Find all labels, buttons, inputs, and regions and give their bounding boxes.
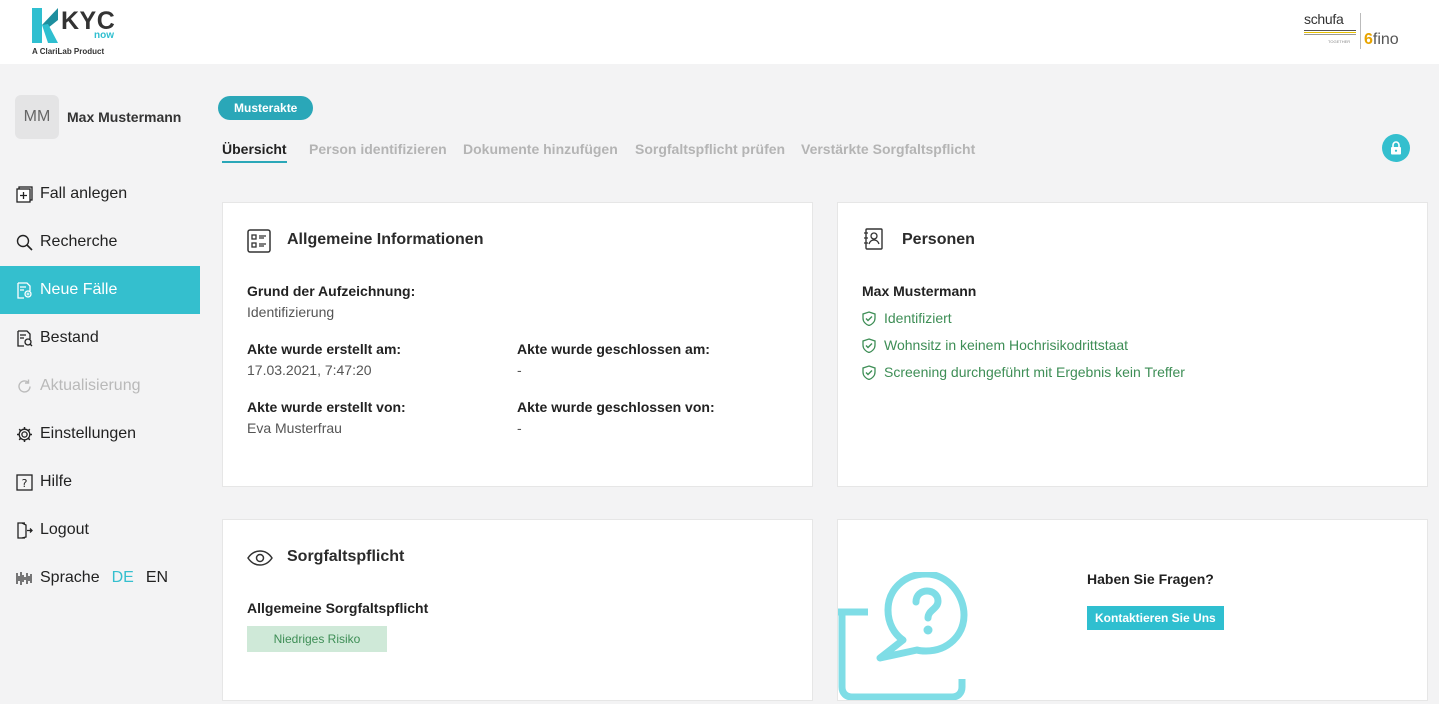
contact-us-button[interactable]: Kontaktieren Sie Uns	[1087, 606, 1224, 630]
svg-text:?: ?	[21, 477, 27, 490]
question-bubble-icon	[838, 572, 968, 700]
logout-icon	[15, 521, 33, 539]
tab-person-identifizieren[interactable]: Person identifizieren	[309, 141, 447, 157]
sidebar-item-fall-anlegen[interactable]: Fall anlegen	[0, 170, 200, 218]
sidebar-item-bestand[interactable]: Bestand	[0, 314, 200, 362]
general-info-card: Allgemeine Informationen Grund der Aufze…	[222, 202, 813, 487]
schufa-stripes	[1304, 30, 1356, 36]
sidebar: MM Max Mustermann Fall anlegen Recherche…	[0, 64, 200, 704]
contact-book-icon	[864, 228, 883, 250]
sidebar-item-label: Logout	[40, 521, 89, 538]
schufa-text: schufa	[1304, 11, 1344, 27]
sidebar-item-hilfe[interactable]: ? Hilfe	[0, 458, 200, 506]
sidebar-item-einstellungen[interactable]: Einstellungen	[0, 410, 200, 458]
sidebar-item-sprache: Sprache DE EN	[0, 554, 200, 602]
closed-by-value: -	[517, 420, 522, 436]
new-cases-icon	[15, 281, 33, 299]
sidebar-item-aktualisierung: Aktualisierung	[0, 362, 200, 410]
together-text: TOGETHER	[1328, 39, 1351, 44]
created-by-label: Akte wurde erstellt von:	[247, 399, 406, 415]
check-residence: Wohnsitz in keinem Hochrisikodrittstaat	[862, 337, 1128, 353]
card-title: Personen	[902, 231, 975, 248]
fino-text: 6fino	[1364, 31, 1399, 48]
sidebar-item-label: Neue Fälle	[40, 281, 118, 298]
gear-icon	[15, 425, 33, 443]
refresh-icon	[15, 377, 33, 395]
kyc-logo-mark-icon	[32, 8, 58, 43]
language-icon	[15, 569, 33, 587]
tab-sorgfaltspflicht-pruefen[interactable]: Sorgfaltspflicht prüfen	[635, 141, 785, 157]
check-screening: Screening durchgeführt mit Ergebnis kein…	[862, 364, 1185, 380]
logo-subtitle: A ClariLab Product	[32, 47, 105, 56]
sidebar-item-label: Fall anlegen	[40, 185, 128, 202]
schufa-fino-logo: schufa TOGETHER 6fino	[1302, 9, 1412, 53]
closed-at-value: -	[517, 362, 522, 378]
inventory-icon	[15, 329, 33, 347]
check-label: Wohnsitz in keinem Hochrisikodrittstaat	[884, 337, 1129, 353]
closed-at-label: Akte wurde geschlossen am:	[517, 341, 710, 357]
help-question: Haben Sie Fragen?	[1087, 571, 1214, 587]
lock-icon	[1391, 141, 1401, 155]
closed-by-label: Akte wurde geschlossen von:	[517, 399, 715, 415]
shield-check-icon	[862, 337, 876, 353]
sidebar-item-label: Aktualisierung	[40, 377, 141, 394]
kyc-now-logo[interactable]: KYC now A ClariLab Product	[30, 7, 130, 59]
language-de[interactable]: DE	[112, 569, 134, 587]
shield-check-icon	[862, 364, 876, 380]
created-at-label: Akte wurde erstellt am:	[247, 341, 402, 357]
persons-card: Personen Max Mustermann Identifiziert Wo…	[837, 202, 1428, 487]
help-card: Haben Sie Fragen? Kontaktieren Sie Uns	[837, 519, 1428, 701]
created-at-value: 17.03.2021, 7:47:20	[247, 362, 372, 378]
sidebar-item-label: Einstellungen	[40, 425, 137, 442]
due-diligence-subtitle: Allgemeine Sorgfaltspflicht	[247, 600, 429, 616]
sidebar-item-label: Recherche	[40, 233, 118, 250]
document-list-icon	[247, 229, 271, 253]
eye-icon	[247, 550, 273, 566]
card-title: Sorgfaltspflicht	[287, 548, 405, 565]
language-en[interactable]: EN	[146, 569, 168, 587]
reason-label: Grund der Aufzeichnung:	[247, 283, 416, 299]
language-label: Sprache	[40, 569, 100, 586]
card-title: Allgemeine Informationen	[287, 231, 484, 248]
check-label: Identifiziert	[884, 310, 952, 326]
search-icon	[15, 233, 33, 251]
shield-check-icon	[862, 310, 876, 326]
person-name[interactable]: Max Mustermann	[862, 283, 976, 299]
tab-uebersicht[interactable]: Übersicht	[222, 141, 287, 163]
user-name: Max Mustermann	[67, 109, 182, 125]
due-diligence-card: Sorgfaltspflicht Allgemeine Sorgfaltspfl…	[222, 519, 813, 701]
sidebar-item-label: Hilfe	[40, 473, 73, 490]
add-square-icon	[15, 185, 33, 203]
partner-divider	[1360, 13, 1361, 49]
reason-value: Identifizierung	[247, 304, 335, 320]
sidebar-item-label: Bestand	[40, 329, 99, 346]
tab-verstaerkte-sorgfaltspflicht[interactable]: Verstärkte Sorgfaltspflicht	[801, 141, 975, 157]
top-header: KYC now A ClariLab Product schufa TOGETH…	[0, 0, 1439, 64]
logo-now-text: now	[94, 30, 114, 41]
risk-badge: Niedriges Risiko	[247, 626, 387, 652]
fino-label: fino	[1372, 31, 1399, 48]
sidebar-item-recherche[interactable]: Recherche	[0, 218, 200, 266]
case-badge: Musterakte	[218, 96, 314, 120]
check-label: Screening durchgeführt mit Ergebnis kein…	[884, 364, 1185, 380]
sidebar-item-logout[interactable]: Logout	[0, 506, 200, 554]
created-by-value: Eva Musterfrau	[247, 420, 342, 436]
user-profile[interactable]: MM Max Mustermann	[15, 95, 181, 139]
help-icon: ?	[15, 473, 33, 491]
lock-button[interactable]	[1382, 134, 1410, 162]
tab-dokumente-hinzufuegen[interactable]: Dokumente hinzufügen	[463, 141, 618, 157]
sidebar-item-neue-faelle[interactable]: Neue Fälle	[0, 266, 200, 314]
avatar: MM	[15, 95, 59, 139]
check-identified: Identifiziert	[862, 310, 952, 326]
